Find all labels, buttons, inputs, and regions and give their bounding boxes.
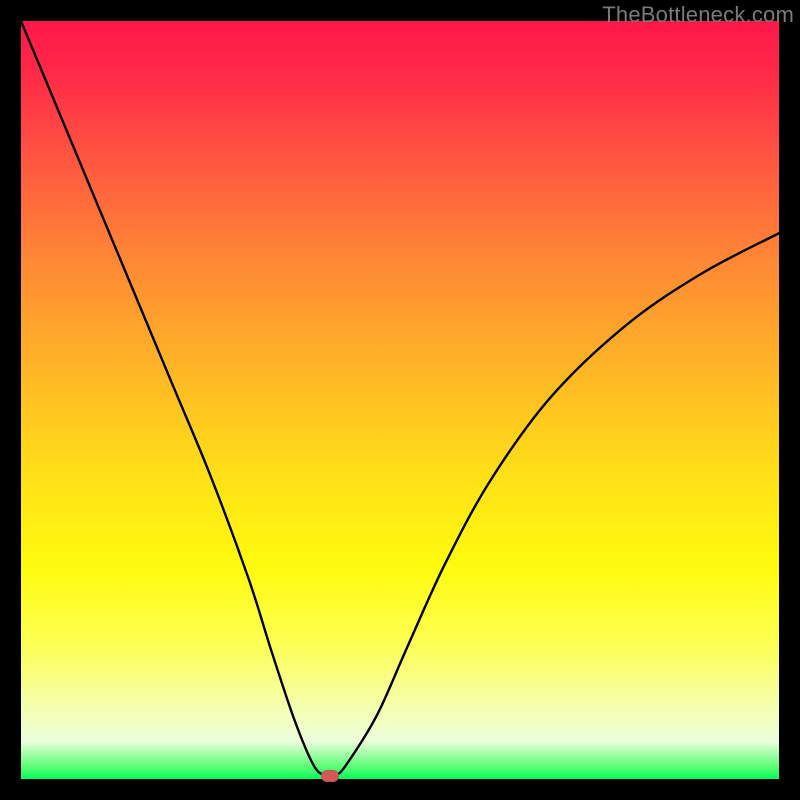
chart-plot-area — [21, 21, 779, 779]
bottleneck-curve — [21, 21, 779, 779]
watermark-text: TheBottleneck.com — [602, 2, 794, 28]
optimal-point-marker — [321, 770, 339, 782]
